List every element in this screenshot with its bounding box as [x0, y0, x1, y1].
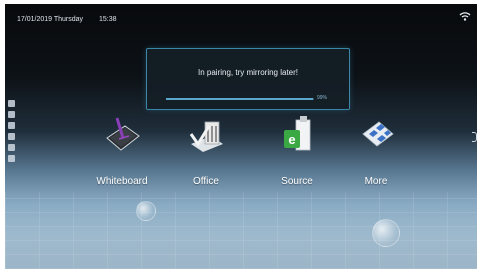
left-toolbar-menu-icon[interactable]: [8, 122, 15, 129]
dialog-message: In pairing, try mirroring later!: [197, 68, 299, 77]
decor-bubble: [136, 201, 156, 221]
pairing-dialog: In pairing, try mirroring later! 99%: [146, 48, 350, 110]
progress-percent: 99%: [317, 95, 328, 101]
progress-fill: [166, 98, 313, 100]
time-label: 15:38: [99, 16, 117, 23]
date-label: 17/01/2019 Thursday: [17, 16, 84, 23]
app-whiteboard[interactable]: Whiteboard: [87, 112, 157, 187]
left-toolbar-settings-icon[interactable]: [8, 144, 15, 151]
more-icon: [362, 121, 394, 147]
source-icon: e: [284, 116, 311, 151]
app-label: Whiteboard: [96, 176, 148, 187]
app-source[interactable]: e Source: [262, 112, 332, 187]
left-toolbar: [8, 100, 18, 166]
office-icon: [189, 121, 223, 152]
app-more[interactable]: More: [341, 112, 411, 187]
wifi-icon: [459, 12, 471, 21]
app-label: Source: [281, 176, 313, 187]
svg-text:e: e: [288, 132, 295, 147]
whiteboard-icon: [106, 117, 140, 151]
decor-bubble: [372, 219, 400, 247]
home-screen: 17/01/2019 Thursday 15:38 In pairing, tr…: [5, 4, 477, 269]
progress-track: [166, 98, 314, 100]
right-toolbar-handle-icon[interactable]: [472, 132, 477, 142]
left-toolbar-annotate-icon[interactable]: [8, 155, 15, 162]
left-toolbar-back-icon[interactable]: [8, 111, 15, 118]
status-bar: 17/01/2019 Thursday 15:38: [5, 4, 477, 30]
app-label: Office: [193, 176, 219, 187]
app-office[interactable]: Office: [171, 112, 241, 187]
left-toolbar-volume-icon[interactable]: [8, 133, 15, 140]
app-label: More: [364, 176, 388, 187]
floor-background: [5, 192, 477, 269]
left-toolbar-home-icon[interactable]: [8, 100, 15, 107]
